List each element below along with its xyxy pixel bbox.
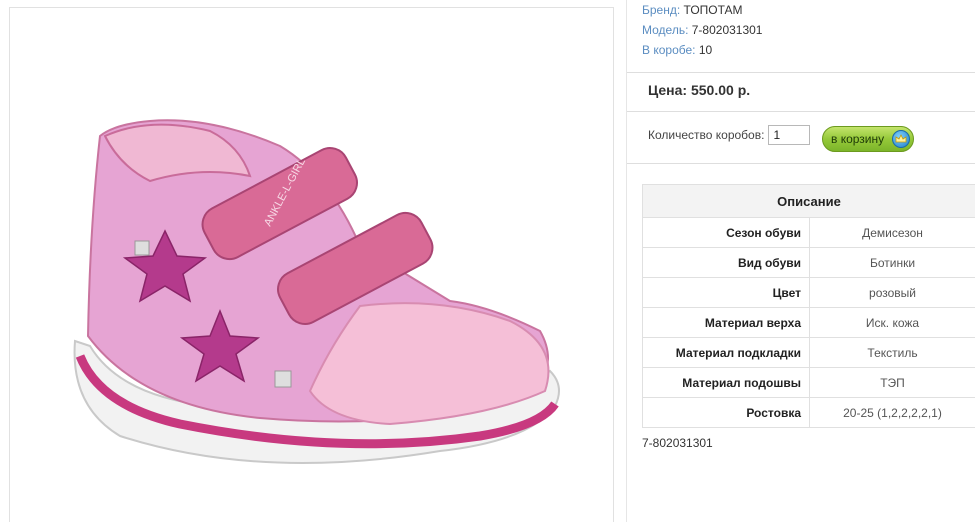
table-row: Вид обуви Ботинки xyxy=(642,247,975,278)
brand-row: Бренд: ТОПОТАМ xyxy=(642,0,762,20)
spec-key: Материал верха xyxy=(642,307,810,338)
spec-value: Иск. кожа xyxy=(809,307,975,338)
divider xyxy=(627,163,975,164)
divider xyxy=(627,111,975,112)
box-count-label: В коробе: xyxy=(642,43,696,57)
product-image-frame[interactable]: ANKLE-L-GIRL xyxy=(9,7,614,522)
spec-value: ТЭП xyxy=(809,367,975,398)
spec-value: 20-25 (1,2,2,2,2,1) xyxy=(809,397,975,428)
brand-label: Бренд: xyxy=(642,3,681,17)
quantity-label: Количество коробов: xyxy=(648,128,765,142)
table-row: Сезон обуви Демисезон xyxy=(642,217,975,248)
price: Цена: 550.00 р. xyxy=(648,82,751,98)
spec-value: розовый xyxy=(809,277,975,308)
product-info: Бренд: ТОПОТАМ Модель: 7-802031301 В кор… xyxy=(642,0,762,60)
quantity-row: Количество коробов: xyxy=(648,125,811,145)
spec-key: Цвет xyxy=(642,277,810,308)
brand-value: ТОПОТАМ xyxy=(683,3,743,17)
table-row: Материал верха Иск. кожа xyxy=(642,307,975,338)
table-row: Цвет розовый xyxy=(642,277,975,308)
add-to-cart-button[interactable]: в корзину xyxy=(822,126,914,152)
spec-value: Демисезон xyxy=(809,217,975,248)
model-row: Модель: 7-802031301 xyxy=(642,20,762,40)
description-table: Описание Сезон обуви Демисезон Вид обуви Б… xyxy=(642,184,975,428)
box-count-value: 10 xyxy=(698,43,713,57)
table-row: Материал подкладки Текстиль xyxy=(642,337,975,368)
sku-footer: 7-802031301 xyxy=(642,436,713,450)
box-count-row: В коробе: 10 xyxy=(642,40,762,60)
add-to-cart-label: в корзину xyxy=(831,132,885,146)
description-title: Описание xyxy=(642,184,975,218)
spec-key: Вид обуви xyxy=(642,247,810,278)
model-value: 7-802031301 xyxy=(691,23,763,37)
spec-key: Материал подошвы xyxy=(642,367,810,398)
product-image: ANKLE-L-GIRL xyxy=(73,119,560,464)
crown-icon xyxy=(892,130,910,148)
spec-value: Текстиль xyxy=(809,337,975,368)
table-row: Материал подошвы ТЭП xyxy=(642,367,975,398)
spec-value: Ботинки xyxy=(809,247,975,278)
model-label: Модель: xyxy=(642,23,689,37)
column-divider xyxy=(626,0,627,522)
table-row: Ростовка 20-25 (1,2,2,2,2,1) xyxy=(642,397,975,428)
quantity-input[interactable] xyxy=(768,125,811,145)
spec-key: Ростовка xyxy=(642,397,810,428)
divider xyxy=(627,72,975,73)
spec-key: Материал подкладки xyxy=(642,337,810,368)
spec-key: Сезон обуви xyxy=(642,217,810,248)
